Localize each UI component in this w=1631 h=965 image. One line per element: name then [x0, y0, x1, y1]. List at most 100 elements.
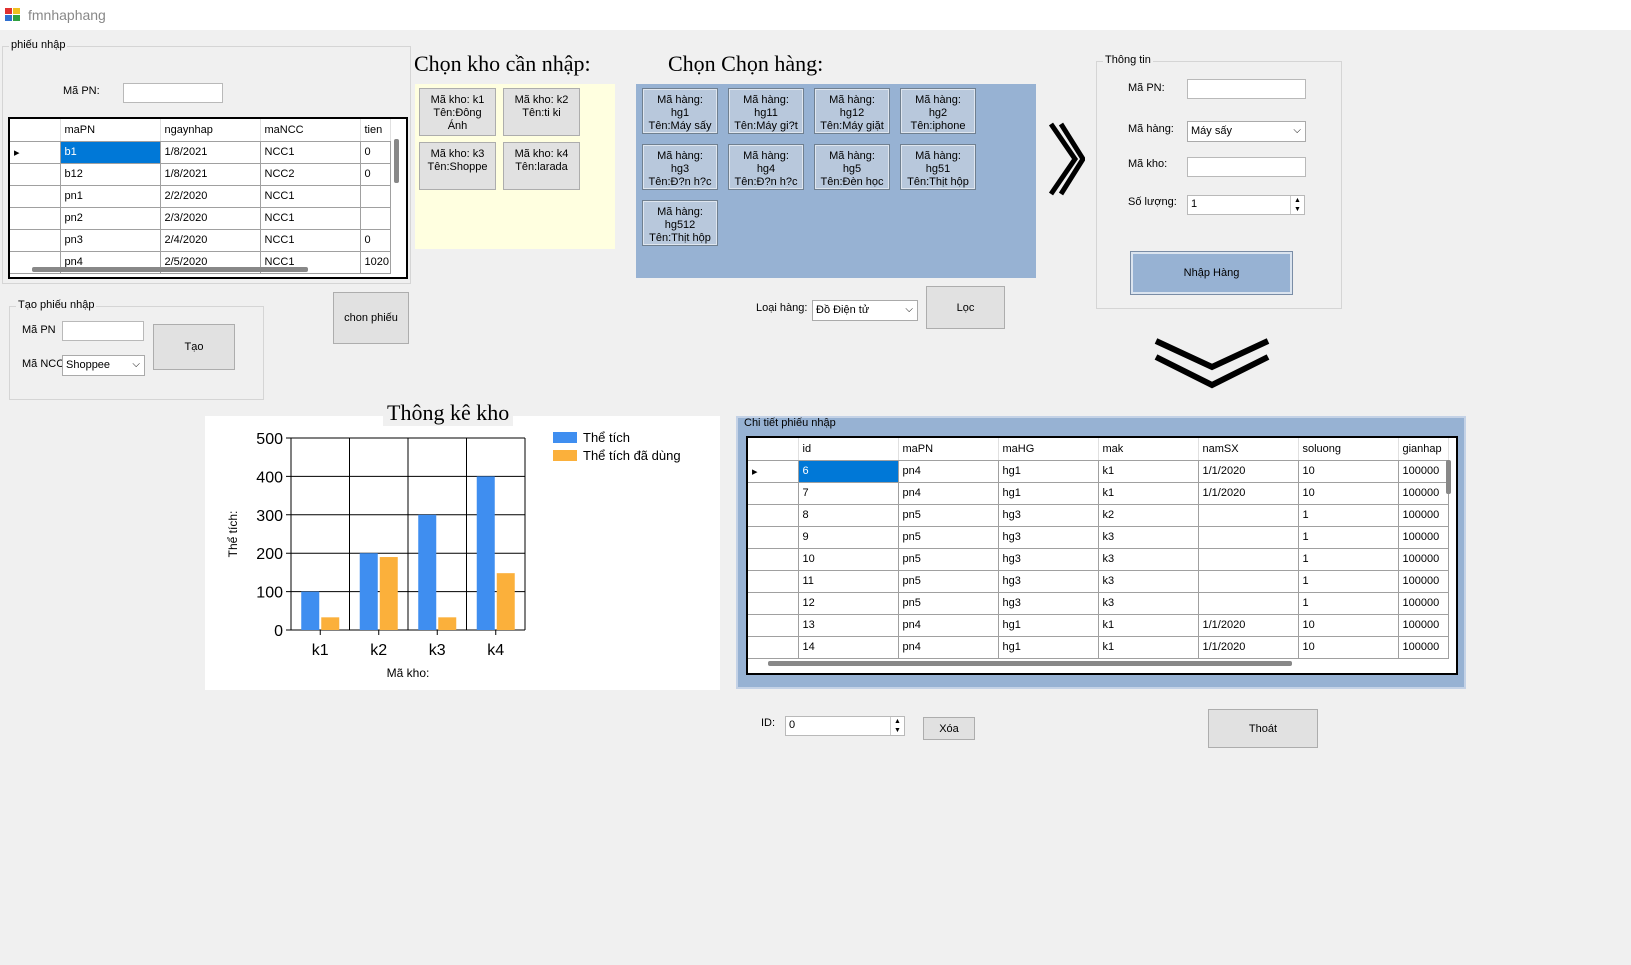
table-cell[interactable]: 7: [798, 482, 899, 505]
table-cell[interactable]: 100000: [1398, 592, 1449, 615]
table-cell[interactable]: hg3: [998, 592, 1099, 615]
row-header[interactable]: [748, 526, 799, 549]
so-luong-stepper[interactable]: 1 ▲ ▼: [1187, 195, 1305, 215]
table-cell[interactable]: 100000: [1398, 636, 1449, 659]
row-header[interactable]: [10, 229, 61, 252]
tao-button[interactable]: Tạo: [153, 324, 235, 370]
table-row[interactable]: 13 pn4 hg1 k1 1/1/2020 10 100000: [748, 614, 1449, 637]
stepper-arrows-icon[interactable]: ▲ ▼: [890, 717, 904, 735]
table-row[interactable]: 9 pn5 hg3 k3 1 100000: [748, 526, 1449, 549]
nhap-hang-button[interactable]: Nhập Hàng: [1130, 251, 1293, 295]
table-cell[interactable]: 100000: [1398, 548, 1449, 571]
row-header[interactable]: [10, 163, 61, 186]
row-header[interactable]: [10, 207, 61, 230]
table-row[interactable]: pn3 2/4/2020 NCC1 0: [10, 229, 391, 252]
hang-button-1[interactable]: Mã hàng: hg1 Tên:Máy sấy: [642, 88, 718, 134]
table-cell[interactable]: hg1: [998, 460, 1099, 483]
hang-button-3[interactable]: Mã hàng: hg12 Tên:Máy giặt: [814, 88, 890, 134]
table-cell[interactable]: pn1: [60, 185, 161, 208]
table-cell[interactable]: k1: [1098, 460, 1199, 483]
table-cell[interactable]: [360, 185, 391, 208]
hang-button-9[interactable]: Mã hàng: hg512 Tên:Thịt hộp: [642, 200, 718, 246]
table-cell[interactable]: 2/4/2020: [160, 229, 261, 252]
table-cell[interactable]: 1/1/2020: [1198, 614, 1299, 637]
table-cell[interactable]: 10: [1298, 460, 1399, 483]
table-cell[interactable]: NCC1: [260, 185, 361, 208]
table-cell[interactable]: pn5: [898, 504, 999, 527]
table-cell[interactable]: 100000: [1398, 460, 1449, 483]
table-cell[interactable]: 100000: [1398, 482, 1449, 505]
table-row[interactable]: 12 pn5 hg3 k3 1 100000: [748, 592, 1449, 615]
table-cell[interactable]: 1/1/2020: [1198, 636, 1299, 659]
table-cell[interactable]: 10: [1298, 482, 1399, 505]
row-header[interactable]: [748, 570, 799, 593]
table-cell[interactable]: NCC2: [260, 163, 361, 186]
table-cell[interactable]: [1198, 504, 1299, 527]
hang-button-6[interactable]: Mã hàng: hg4 Tên:Đ?n h?c: [728, 144, 804, 190]
table-cell[interactable]: hg1: [998, 614, 1099, 637]
column-header-mahg[interactable]: maHG: [998, 438, 1099, 461]
row-header[interactable]: [748, 482, 799, 505]
column-header-ngaynhap[interactable]: ngaynhap: [160, 119, 261, 142]
kho-button-3[interactable]: Mã kho: k3 Tên:Shoppe: [419, 142, 496, 190]
column-header-mapn[interactable]: maPN: [60, 119, 161, 142]
column-header-mak[interactable]: mak: [1098, 438, 1199, 461]
table-cell[interactable]: hg3: [998, 526, 1099, 549]
row-header[interactable]: [10, 185, 61, 208]
table-cell[interactable]: pn5: [898, 592, 999, 615]
table-cell[interactable]: 0: [360, 163, 391, 186]
chon-phieu-button[interactable]: chon phiếu: [333, 292, 409, 344]
row-header[interactable]: [748, 504, 799, 527]
table-cell[interactable]: 1/8/2021: [160, 141, 261, 164]
table-cell[interactable]: 1: [1298, 526, 1399, 549]
table-cell[interactable]: 13: [798, 614, 899, 637]
table-cell[interactable]: pn5: [898, 526, 999, 549]
id-stepper[interactable]: 0 ▲ ▼: [785, 716, 905, 736]
table-cell[interactable]: 2/2/2020: [160, 185, 261, 208]
table-cell[interactable]: 1: [1298, 548, 1399, 571]
table-cell[interactable]: hg1: [998, 482, 1099, 505]
table-cell[interactable]: pn2: [60, 207, 161, 230]
table-cell[interactable]: k3: [1098, 548, 1199, 571]
column-header-mapn[interactable]: maPN: [898, 438, 999, 461]
table-cell[interactable]: k2: [1098, 504, 1199, 527]
tt-ma-kho-input[interactable]: [1187, 157, 1306, 177]
table-cell[interactable]: 9: [798, 526, 899, 549]
table-cell[interactable]: 14: [798, 636, 899, 659]
table-cell[interactable]: 1/1/2020: [1198, 460, 1299, 483]
table-cell[interactable]: 1/8/2021: [160, 163, 261, 186]
kho-button-2[interactable]: Mã kho: k2 Tên:ti ki: [503, 88, 580, 136]
table-cell[interactable]: hg3: [998, 548, 1099, 571]
table-cell[interactable]: k3: [1098, 526, 1199, 549]
table-cell[interactable]: 2/3/2020: [160, 207, 261, 230]
column-header-soluong[interactable]: soluong: [1298, 438, 1399, 461]
table-cell[interactable]: [360, 207, 391, 230]
table-row[interactable]: b12 1/8/2021 NCC2 0: [10, 163, 391, 186]
kho-button-1[interactable]: Mã kho: k1 Tên:Đông Ánh: [419, 88, 496, 136]
row-header[interactable]: [748, 592, 799, 615]
table-cell[interactable]: [1198, 592, 1299, 615]
table-cell[interactable]: 100000: [1398, 504, 1449, 527]
table-cell[interactable]: 100000: [1398, 526, 1449, 549]
xoa-button[interactable]: Xóa: [923, 717, 975, 740]
hang-button-2[interactable]: Mã hàng: hg11 Tên:Máy gi?t: [728, 88, 804, 134]
table-cell[interactable]: NCC1: [260, 141, 361, 164]
table-cell[interactable]: 1020: [360, 251, 391, 274]
table-cell[interactable]: 100000: [1398, 614, 1449, 637]
table-row[interactable]: ▸ 6 pn4 hg1 k1 1/1/2020 10 100000: [748, 460, 1449, 483]
thoat-button[interactable]: Thoát: [1208, 709, 1318, 748]
table-cell[interactable]: [1198, 548, 1299, 571]
tt-ma-pn-input[interactable]: [1187, 79, 1306, 99]
table-cell[interactable]: 0: [360, 141, 391, 164]
table-cell[interactable]: k3: [1098, 570, 1199, 593]
column-header-tien[interactable]: tien: [360, 119, 391, 142]
table-cell[interactable]: 10: [798, 548, 899, 571]
phieu-horizontal-scrollbar[interactable]: [32, 267, 308, 272]
table-row[interactable]: ▸ b1 1/8/2021 NCC1 0: [10, 141, 391, 164]
table-row[interactable]: pn1 2/2/2020 NCC1: [10, 185, 391, 208]
table-cell[interactable]: pn5: [898, 570, 999, 593]
table-cell[interactable]: pn5: [898, 548, 999, 571]
table-row[interactable]: 10 pn5 hg3 k3 1 100000: [748, 548, 1449, 571]
table-cell[interactable]: 1: [1298, 504, 1399, 527]
table-cell[interactable]: 8: [798, 504, 899, 527]
